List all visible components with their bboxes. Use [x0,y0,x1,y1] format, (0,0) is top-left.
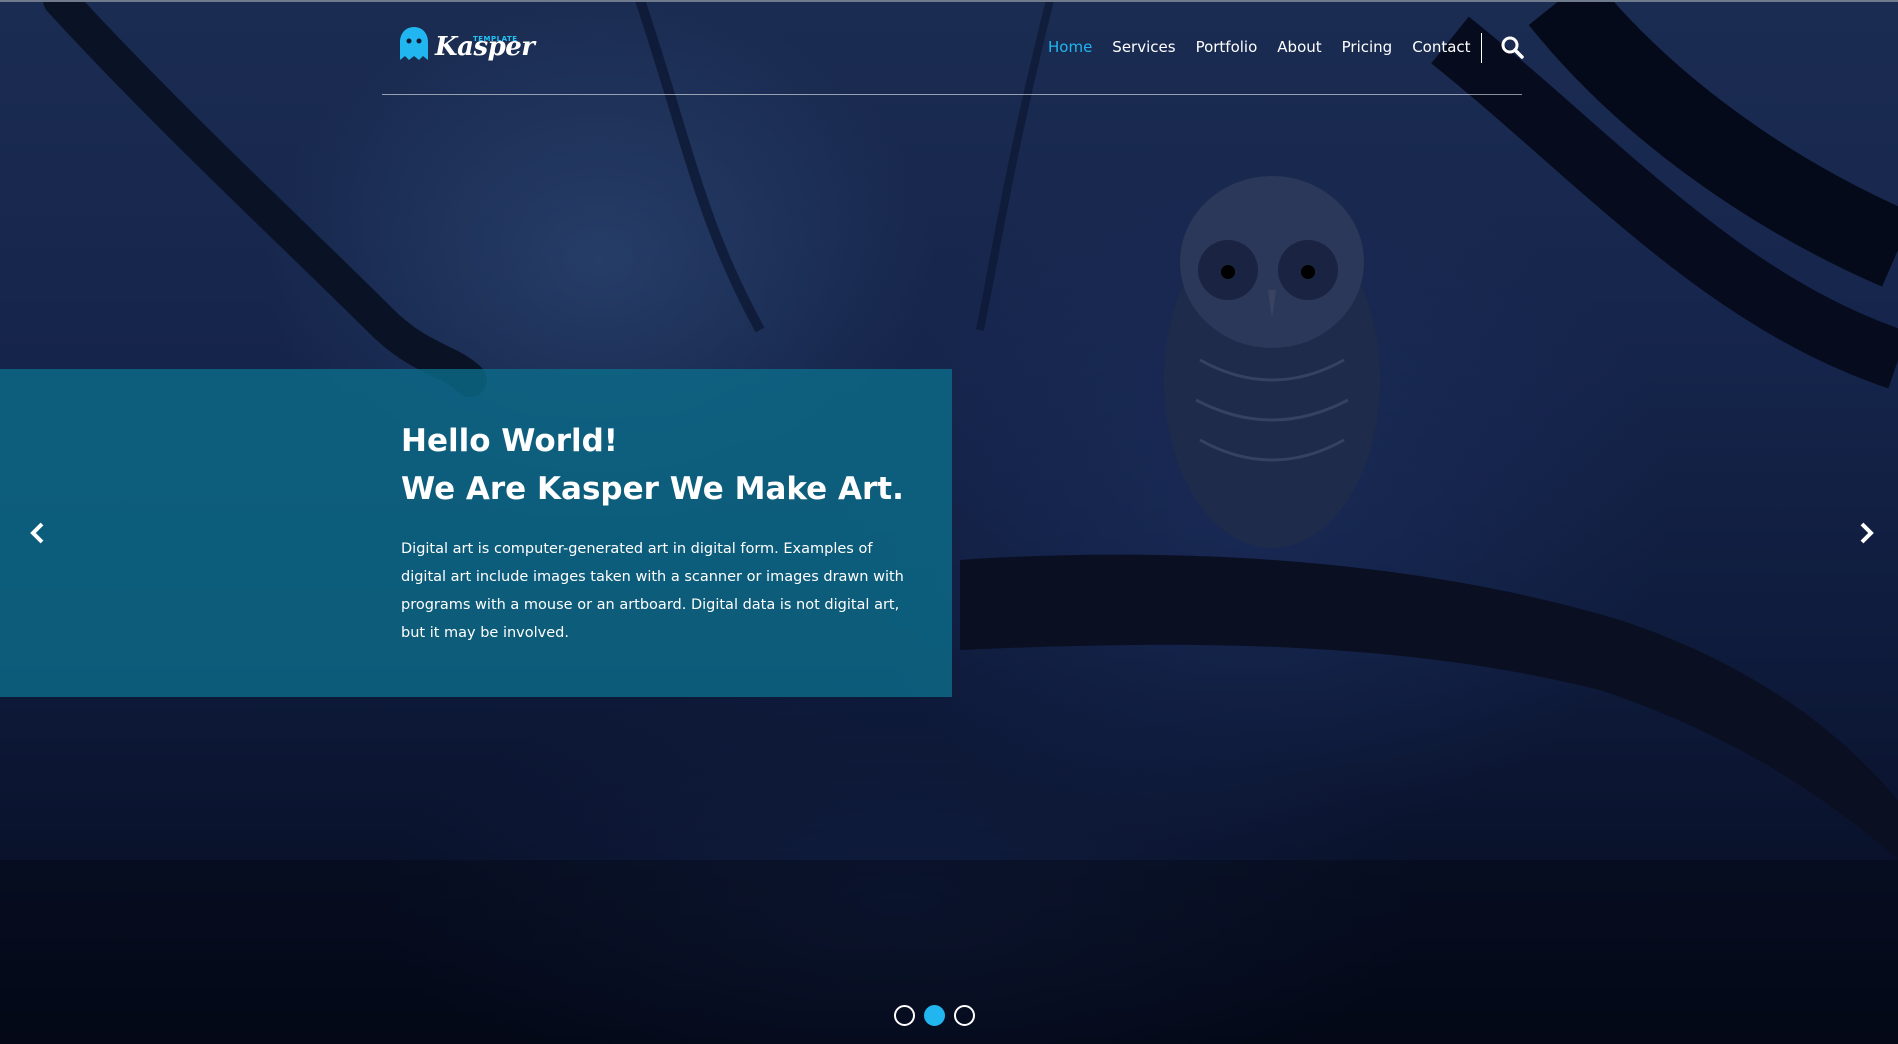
ghost-icon [400,27,428,60]
nav-pricing[interactable]: Pricing [1342,38,1393,56]
main-nav: Home Services Portfolio About Pricing Co… [1048,38,1491,56]
slide-caption: Hello World! We Are Kasper We Make Art. … [0,369,952,697]
chevron-right-icon[interactable] [1854,521,1878,545]
search-icon[interactable] [1500,35,1524,59]
nav-contact[interactable]: Contact [1412,38,1470,56]
top-border [0,0,1898,2]
chevron-left-icon[interactable] [26,521,50,545]
nav-about[interactable]: About [1277,38,1321,56]
nav-home[interactable]: Home [1048,38,1092,56]
slide-title-line2: We Are Kasper We Make Art. [401,471,904,507]
nav-portfolio[interactable]: Portfolio [1196,38,1258,56]
carousel-dot-3[interactable] [954,1005,975,1026]
brand-tagline: TEMPLATE [473,35,518,43]
hero-slider: Kasper TEMPLATE Home Services Portfolio … [0,0,1898,1044]
slide-description: Digital art is computer-generated art in… [401,541,904,641]
header-underline [382,94,1522,95]
nav-divider [1481,33,1482,63]
brand-logo[interactable]: Kasper TEMPLATE [399,26,535,68]
carousel-dot-1[interactable] [894,1005,915,1026]
slide-title-line1: Hello World! [401,423,618,459]
carousel-indicators [894,1005,975,1026]
nav-services[interactable]: Services [1112,38,1175,56]
carousel-dot-2[interactable] [924,1005,945,1026]
